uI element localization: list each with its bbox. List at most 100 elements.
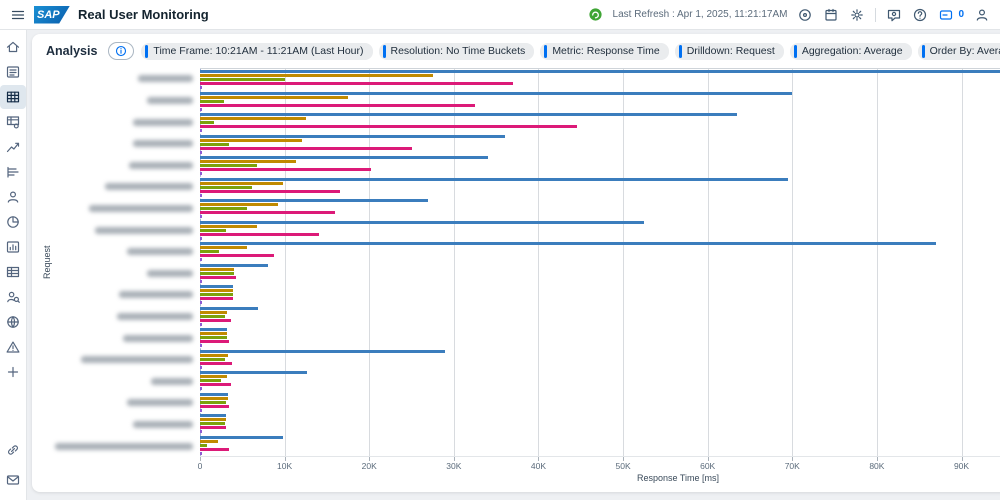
sidebar-item-trend[interactable] (0, 135, 26, 159)
info-button[interactable] (108, 42, 134, 60)
min-bar[interactable] (200, 379, 221, 382)
executions-bar[interactable] (200, 409, 202, 412)
sidebar-item-user[interactable] (0, 185, 26, 209)
user-avatar-icon[interactable] (974, 7, 990, 23)
help-icon[interactable] (912, 7, 928, 23)
executions-bar[interactable] (200, 387, 202, 390)
sidebar-item-alert[interactable] (0, 335, 26, 359)
max-bar[interactable] (200, 448, 229, 451)
sum-bar[interactable] (200, 436, 283, 439)
min-bar[interactable] (200, 358, 225, 361)
max-bar[interactable] (200, 319, 231, 322)
sidebar-item-add[interactable] (0, 360, 26, 384)
sum-bar[interactable] (200, 393, 228, 396)
feedback-icon[interactable] (886, 7, 902, 23)
filter-chip-metric[interactable]: Metric: Response Time (540, 43, 668, 60)
average-bar[interactable] (200, 96, 348, 99)
sum-bar[interactable] (200, 70, 1000, 73)
sidebar-item-report[interactable] (0, 60, 26, 84)
max-bar[interactable] (200, 340, 229, 343)
max-bar[interactable] (200, 233, 319, 236)
min-bar[interactable] (200, 229, 226, 232)
menu-icon[interactable] (10, 7, 26, 23)
sum-bar[interactable] (200, 242, 936, 245)
sum-bar[interactable] (200, 92, 792, 95)
max-bar[interactable] (200, 168, 371, 171)
max-bar[interactable] (200, 426, 226, 429)
max-bar[interactable] (200, 383, 231, 386)
sum-bar[interactable] (200, 135, 505, 138)
sidebar-item-table[interactable] (0, 260, 26, 284)
sum-bar[interactable] (200, 371, 307, 374)
executions-bar[interactable] (200, 172, 202, 175)
sidebar-item-user-search[interactable] (0, 285, 26, 309)
executions-bar[interactable] (200, 237, 202, 240)
min-bar[interactable] (200, 100, 224, 103)
max-bar[interactable] (200, 125, 577, 128)
executions-bar[interactable] (200, 86, 202, 89)
average-bar[interactable] (200, 160, 296, 163)
executions-bar[interactable] (200, 430, 202, 433)
executions-bar[interactable] (200, 151, 202, 154)
max-bar[interactable] (200, 276, 236, 279)
sum-bar[interactable] (200, 199, 428, 202)
average-bar[interactable] (200, 354, 228, 357)
sum-bar[interactable] (200, 156, 488, 159)
filter-chip-drilldown[interactable]: Drilldown: Request (675, 43, 784, 60)
min-bar[interactable] (200, 250, 219, 253)
sum-bar[interactable] (200, 350, 445, 353)
executions-bar[interactable] (200, 108, 202, 111)
average-bar[interactable] (200, 203, 278, 206)
sum-bar[interactable] (200, 264, 268, 267)
min-bar[interactable] (200, 401, 226, 404)
executions-bar[interactable] (200, 129, 202, 132)
sidebar-item-globe[interactable] (0, 310, 26, 334)
average-bar[interactable] (200, 311, 227, 314)
min-bar[interactable] (200, 164, 257, 167)
average-bar[interactable] (200, 440, 218, 443)
max-bar[interactable] (200, 254, 274, 257)
filter-chip-order-by[interactable]: Order By: Average, Descending (918, 43, 1000, 60)
sidebar-item-mail[interactable] (0, 468, 26, 492)
average-bar[interactable] (200, 74, 433, 77)
min-bar[interactable] (200, 293, 233, 296)
max-bar[interactable] (200, 82, 513, 85)
executions-bar[interactable] (200, 301, 202, 304)
sidebar-item-table-settings[interactable] (0, 110, 26, 134)
filter-chip-aggregation[interactable]: Aggregation: Average (790, 43, 912, 60)
executions-bar[interactable] (200, 452, 202, 455)
sidebar-item-link[interactable] (0, 438, 26, 462)
executions-bar[interactable] (200, 215, 202, 218)
average-bar[interactable] (200, 332, 227, 335)
sidebar-item-chart-box[interactable] (0, 235, 26, 259)
sum-bar[interactable] (200, 307, 258, 310)
sum-bar[interactable] (200, 285, 233, 288)
max-bar[interactable] (200, 297, 233, 300)
sidebar-item-grid[interactable] (0, 85, 26, 109)
average-bar[interactable] (200, 182, 283, 185)
calendar-icon[interactable] (823, 7, 839, 23)
executions-bar[interactable] (200, 344, 202, 347)
sum-bar[interactable] (200, 113, 737, 116)
max-bar[interactable] (200, 362, 232, 365)
average-bar[interactable] (200, 225, 257, 228)
max-bar[interactable] (200, 104, 475, 107)
executions-bar[interactable] (200, 323, 202, 326)
sum-bar[interactable] (200, 328, 227, 331)
max-bar[interactable] (200, 405, 229, 408)
tasks-icon[interactable] (938, 7, 954, 23)
activity-icon[interactable] (797, 7, 813, 23)
executions-bar[interactable] (200, 280, 202, 283)
max-bar[interactable] (200, 147, 412, 150)
filter-chip-time-frame[interactable]: Time Frame: 10:21AM - 11:21AM (Last Hour… (141, 43, 372, 60)
min-bar[interactable] (200, 422, 225, 425)
min-bar[interactable] (200, 315, 225, 318)
average-bar[interactable] (200, 418, 226, 421)
min-bar[interactable] (200, 336, 227, 339)
average-bar[interactable] (200, 139, 302, 142)
sidebar-item-pie-chart[interactable] (0, 210, 26, 234)
min-bar[interactable] (200, 444, 207, 447)
sidebar-item-home[interactable] (0, 35, 26, 59)
min-bar[interactable] (200, 186, 252, 189)
executions-bar[interactable] (200, 258, 202, 261)
